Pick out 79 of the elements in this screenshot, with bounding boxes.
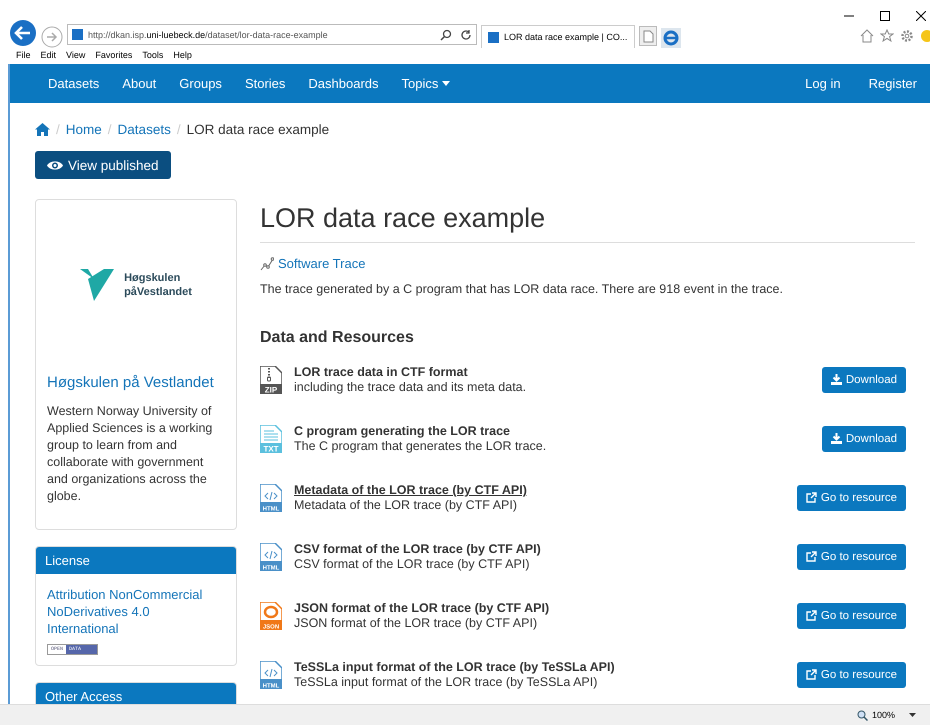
browser-tab[interactable]: LOR data race example | CO... bbox=[481, 25, 635, 48]
download-icon bbox=[830, 374, 842, 385]
nav-link[interactable]: Register bbox=[868, 76, 917, 91]
resource-description: CSV format of the LOR trace (by CTF API) bbox=[294, 557, 530, 571]
nav-link[interactable]: Groups bbox=[179, 76, 222, 91]
nav-link[interactable]: About bbox=[122, 76, 156, 91]
zoom-icon[interactable] bbox=[856, 710, 868, 720]
line-chart-icon bbox=[260, 256, 274, 270]
menu-item[interactable]: Favorites bbox=[95, 50, 132, 64]
nav-link[interactable]: Log in bbox=[805, 76, 841, 91]
group-name-link[interactable]: Høgskulen på Vestlandet bbox=[36, 370, 236, 391]
site-icon bbox=[488, 32, 499, 42]
nav-link[interactable]: Datasets bbox=[48, 76, 100, 91]
resource-title-link[interactable]: JSON format of the LOR trace (by CTF API) bbox=[294, 601, 550, 615]
file-icon: TXT bbox=[260, 424, 282, 452]
menu-item[interactable]: Help bbox=[173, 50, 192, 64]
resource-title-link[interactable]: LOR trace data in CTF format bbox=[294, 365, 468, 379]
breadcrumb-separator: / bbox=[108, 122, 112, 136]
zoom-level[interactable]: 100% bbox=[872, 710, 895, 720]
caret-icon[interactable] bbox=[909, 713, 916, 717]
section-heading: Data and Resources bbox=[260, 329, 415, 347]
address-bar[interactable]: http://dkan.isp.uni-luebeck.de/dataset/lor-data-race-example bbox=[67, 24, 477, 45]
dataset-title: LOR data race example bbox=[260, 199, 915, 243]
topic-link[interactable]: Software Trace bbox=[278, 256, 366, 271]
menu-item[interactable]: Edit bbox=[40, 50, 56, 64]
resource-title-link[interactable]: C program generating the LOR trace bbox=[294, 424, 510, 438]
search-icon[interactable] bbox=[440, 28, 452, 40]
external-link-icon bbox=[806, 610, 817, 621]
eye-icon bbox=[47, 160, 63, 170]
panel-heading: Other Access bbox=[36, 683, 236, 704]
file-icon: ZIP bbox=[260, 366, 282, 394]
breadcrumb-link[interactable]: Datasets bbox=[118, 122, 171, 136]
resource-title-link[interactable]: TeSSLa input format of the LOR trace (by TeSSLa API) bbox=[294, 660, 615, 674]
close-icon[interactable] bbox=[916, 11, 926, 21]
tab-title: LOR data race example | CO... bbox=[504, 32, 628, 42]
resource-button[interactable]: Go to resource bbox=[796, 602, 906, 628]
browser-logo-icon[interactable] bbox=[661, 28, 681, 48]
caret-icon bbox=[442, 81, 450, 86]
new-tab-icon[interactable] bbox=[639, 26, 657, 46]
home-icon[interactable] bbox=[35, 122, 50, 136]
resource-button[interactable]: Go to resource bbox=[796, 484, 906, 510]
panel-heading: License bbox=[36, 547, 236, 574]
nav-link[interactable]: Dashboards bbox=[308, 76, 379, 91]
dataset-description: The trace generated by a C program that has LOR data race. There are 918 event in the trace. bbox=[260, 282, 784, 296]
resource-description: TeSSLa input format of the LOR trace (by TeSSLa API) bbox=[294, 675, 598, 689]
star-icon[interactable] bbox=[880, 29, 894, 43]
maximize-icon[interactable] bbox=[880, 11, 890, 21]
breadcrumb-current: LOR data race example bbox=[186, 122, 330, 136]
home-icon[interactable] bbox=[860, 29, 874, 43]
breadcrumb-link[interactable]: Home bbox=[66, 122, 102, 136]
resource-button[interactable]: Go to resource bbox=[796, 662, 906, 688]
resource-description: JSON format of the LOR trace (by CTF API) bbox=[294, 616, 538, 630]
download-icon bbox=[830, 433, 842, 444]
external-link-icon bbox=[806, 551, 817, 562]
external-link-icon bbox=[806, 492, 817, 503]
resource-title-link[interactable]: CSV format of the LOR trace (by CTF API) bbox=[294, 542, 541, 556]
menu-item[interactable]: Tools bbox=[142, 50, 164, 64]
resource-description: including the trace data and its meta data. bbox=[294, 380, 528, 394]
resource-button[interactable]: Download bbox=[822, 366, 906, 392]
resource-description: The C program that generates the LOR trace. bbox=[294, 439, 548, 453]
site-icon bbox=[72, 29, 83, 40]
resource-title-link[interactable]: Metadata of the LOR trace (by CTF API) bbox=[294, 483, 527, 497]
organization-logo: Høgskulen påVestlandet bbox=[80, 269, 192, 301]
nav-link[interactable]: Topics bbox=[402, 76, 450, 91]
back-icon[interactable] bbox=[9, 19, 37, 47]
resource-description: Metadata of the LOR trace (by CTF API) bbox=[294, 498, 518, 512]
external-link-icon bbox=[806, 669, 817, 680]
license-link[interactable]: Attribution NonCommercial NoDerivatives 4.0 International bbox=[47, 586, 225, 637]
menu-item[interactable]: File bbox=[16, 50, 31, 64]
menu-item[interactable]: View bbox=[66, 50, 86, 64]
nav-link[interactable]: Stories bbox=[244, 76, 286, 91]
view-published-button[interactable]: View published bbox=[35, 151, 171, 179]
resource-button[interactable]: Download bbox=[822, 426, 906, 452]
settings-icon[interactable] bbox=[900, 29, 914, 43]
group-description: Western Norway University of Applied Sciences is a working group to learn from and collaborate with government and organizations across the globe. bbox=[46, 403, 214, 505]
resource-button[interactable]: Go to resource bbox=[796, 544, 906, 570]
breadcrumb-separator: / bbox=[56, 122, 60, 136]
refresh-icon[interactable] bbox=[460, 28, 472, 40]
breadcrumb-separator: / bbox=[176, 122, 181, 136]
